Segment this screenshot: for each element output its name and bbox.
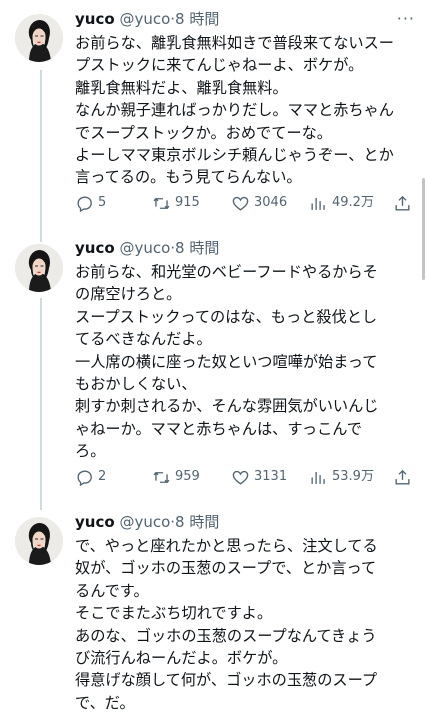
tweet-actions: 2 959 3131 53.9万 bbox=[75, 466, 415, 488]
heart-icon bbox=[232, 470, 249, 485]
tweet-actions: 5 915 3046 49.2万 bbox=[75, 192, 415, 214]
tweet-header: yuco @yuco·8 時間 bbox=[75, 237, 415, 259]
views-button[interactable]: 53.9万 bbox=[309, 466, 374, 488]
timestamp[interactable]: 8 時間 bbox=[175, 513, 219, 531]
tweet-text-line: なんか親子連ればっかりだし。ママと赤ちゃん bbox=[75, 101, 394, 120]
thread-line bbox=[40, 298, 42, 510]
tweet-header: yuco @yuco·8 時間 ··· bbox=[75, 8, 415, 30]
tweet-text-line: お前らな、和光堂のベビーフードやるからそ bbox=[75, 263, 378, 281]
retweet-count: 959 bbox=[175, 469, 200, 484]
reply-button[interactable]: 5 bbox=[75, 192, 106, 214]
like-count: 3131 bbox=[254, 469, 288, 484]
display-name[interactable]: yuco bbox=[75, 513, 115, 531]
tweet-text-line: るんです。 bbox=[75, 581, 149, 600]
tweet-text-line: あのな、ゴッホの玉葱のスープなんてきょう bbox=[75, 626, 377, 645]
tweet-text: で、やっと座れたかと思ったら、注文してる 奴が、ゴッホの玉葱のスープで、とか言っ… bbox=[75, 535, 415, 714]
thread-line bbox=[40, 70, 42, 242]
tweet-text-line: てるべきなんだよ。 bbox=[75, 330, 212, 349]
like-button[interactable]: 3131 bbox=[231, 466, 287, 488]
tweet-text-line: スープストックってのはな、もっと殺伐とし bbox=[75, 307, 378, 326]
tweet-text-line: の席空けろと。 bbox=[75, 285, 182, 304]
retweet-button[interactable]: 915 bbox=[152, 192, 200, 214]
reply-button[interactable]: 2 bbox=[75, 466, 106, 488]
tweet-text-line: び流行んねーんだよ。ボケが。 bbox=[75, 649, 288, 668]
tweet-text: お前らな、離乳食無料如きで普段来てないスー プストックに来てんじゃねーよ、ボケが… bbox=[75, 32, 415, 189]
display-name[interactable]: yuco bbox=[75, 239, 115, 257]
display-name[interactable]: yuco bbox=[75, 10, 115, 28]
tweet-text-line: 言ってるの。もう見てらんない。 bbox=[75, 168, 302, 187]
reply-count: 5 bbox=[98, 195, 107, 210]
retweet-icon bbox=[153, 471, 170, 483]
like-button[interactable]: 3046 bbox=[231, 192, 287, 214]
reply-icon bbox=[77, 469, 92, 486]
tweet-text-line: そこでまたぶち切れですよ。 bbox=[75, 604, 273, 623]
user-handle[interactable]: @yuco bbox=[119, 10, 170, 28]
user-handle[interactable]: @yuco bbox=[119, 239, 170, 257]
view-count: 49.2万 bbox=[332, 195, 374, 210]
timestamp[interactable]: 8 時間 bbox=[175, 239, 219, 257]
avatar[interactable] bbox=[15, 14, 63, 62]
tweet-text: お前らな、和光堂のベビーフードやるからそ の席空けろと。 スープストックってのは… bbox=[75, 261, 415, 463]
views-button[interactable]: 49.2万 bbox=[309, 192, 374, 214]
tweet-text-line: 刺すか刺されるか、そんな雰囲気がいいんじ bbox=[75, 397, 379, 416]
avatar[interactable] bbox=[15, 517, 63, 565]
view-count: 53.9万 bbox=[332, 469, 374, 484]
tweet-text-line: 一人席の横に座った奴といつ喧嘩が始まって bbox=[75, 352, 378, 371]
timestamp[interactable]: 8 時間 bbox=[175, 10, 219, 28]
tweet-text-line: ろ。 bbox=[75, 442, 106, 461]
reply-count: 2 bbox=[98, 469, 107, 484]
views-chart-icon bbox=[311, 471, 325, 484]
scrollbar[interactable] bbox=[422, 178, 425, 280]
tweet-text-line: 得意げな顔して何が、ゴッホの玉葱のスープ bbox=[75, 671, 378, 690]
tweet-text-line: お前らな、離乳食無料如きで普段来てないスー bbox=[75, 34, 394, 52]
heart-icon bbox=[232, 196, 249, 211]
tweet-text-line: 奴が、ゴッホの玉葱のスープで、とか言って bbox=[75, 559, 377, 578]
tweet-text-line: で、だ。 bbox=[75, 693, 135, 712]
share-icon bbox=[395, 195, 410, 211]
tweet-text-line: 離乳食無料だよ、離乳食無料。 bbox=[75, 78, 288, 97]
share-button[interactable] bbox=[393, 192, 416, 214]
avatar[interactable] bbox=[15, 244, 63, 292]
more-options-icon[interactable]: ··· bbox=[397, 8, 415, 30]
tweet-text-line: でスープストックか。おめでてーな。 bbox=[75, 123, 332, 142]
retweet-icon bbox=[153, 197, 170, 209]
tweet-text-line: よーしママ東京ボルシチ頼んじゃうぞー、とか bbox=[75, 146, 394, 165]
tweet-header: yuco @yuco·8 時間 bbox=[75, 511, 415, 533]
like-count: 3046 bbox=[254, 195, 288, 210]
reply-icon bbox=[77, 195, 92, 212]
retweet-count: 915 bbox=[175, 195, 200, 210]
tweet-text-line: プストックに来てんじゃねーよ、ボケが。 bbox=[75, 56, 364, 75]
share-button[interactable] bbox=[393, 466, 416, 488]
tweet-text-line: もおかしくない、 bbox=[75, 375, 197, 394]
tweet-text-line: ゃねーか。ママと赤ちゃんは、すっこんで bbox=[75, 419, 362, 438]
user-handle[interactable]: @yuco bbox=[119, 513, 170, 531]
share-icon bbox=[395, 469, 410, 485]
retweet-button[interactable]: 959 bbox=[152, 466, 200, 488]
tweet-text-line: で、やっと座れたかと思ったら、注文してる bbox=[75, 537, 378, 555]
views-chart-icon bbox=[311, 197, 325, 210]
